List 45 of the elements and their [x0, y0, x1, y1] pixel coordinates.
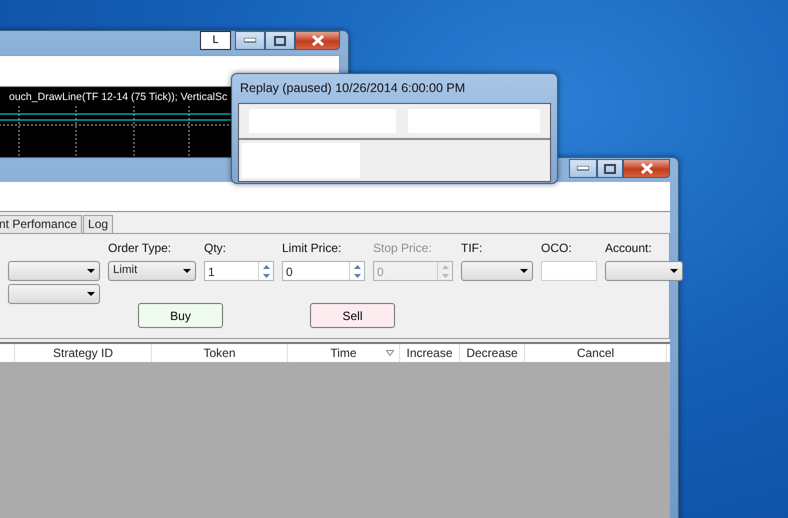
- number-field[interactable]: 1: [204, 261, 274, 281]
- caret-icon: [520, 269, 528, 273]
- maximize-icon: [604, 164, 616, 174]
- caret-icon: [87, 292, 95, 296]
- minimize-button[interactable]: [569, 159, 597, 178]
- up-arrow-icon[interactable]: [262, 264, 270, 268]
- dropdown-value: Limit: [113, 263, 138, 278]
- close-button[interactable]: [295, 31, 340, 50]
- down-arrow-icon[interactable]: [262, 274, 270, 278]
- field-label: Account:: [605, 240, 653, 257]
- field-label: OCO:: [541, 240, 573, 257]
- l-button[interactable]: L: [200, 31, 231, 50]
- down-arrow-icon[interactable]: [354, 274, 360, 278]
- input-field[interactable]: [541, 261, 597, 281]
- dropdown[interactable]: Limit: [108, 261, 196, 281]
- buy-button[interactable]: Buy: [138, 303, 223, 328]
- up-arrow-icon[interactable]: [354, 264, 360, 268]
- field-label: Stop Price:: [373, 240, 433, 257]
- maximize-icon: [274, 36, 286, 46]
- close-button[interactable]: [623, 159, 670, 178]
- window-title: Replay (paused) 10/26/2014 6:00:00 PM: [239, 80, 466, 97]
- tab[interactable]: Log: [83, 215, 114, 233]
- maximize-button[interactable]: [597, 159, 623, 178]
- maximize-button[interactable]: [265, 31, 295, 50]
- field-label: TIF:: [461, 240, 484, 257]
- field-label: Limit Price:: [282, 240, 342, 257]
- tab[interactable]: nt Perfomance: [0, 215, 82, 233]
- minimize-icon: [577, 166, 589, 171]
- field-label: Qty:: [204, 240, 228, 257]
- minimize-icon: [244, 38, 256, 43]
- sell-button[interactable]: Sell: [310, 303, 395, 328]
- close-icon: [640, 163, 654, 174]
- caret-icon: [670, 269, 678, 273]
- dropdown[interactable]: [8, 261, 100, 281]
- dropdown[interactable]: [8, 284, 100, 304]
- dropdown[interactable]: [605, 261, 683, 281]
- field-label: Order Type:: [108, 240, 172, 257]
- caret-icon: [87, 269, 95, 273]
- sort-icon: [386, 350, 394, 356]
- number-field[interactable]: 0: [282, 261, 365, 281]
- close-icon: [310, 35, 324, 46]
- minimize-button[interactable]: [235, 31, 265, 50]
- indicator-label: ouch_DrawLine(TF 12-14 (75 Tick)); VerticalSc: [9, 90, 228, 105]
- dropdown[interactable]: [461, 261, 533, 281]
- caret-icon: [183, 269, 191, 273]
